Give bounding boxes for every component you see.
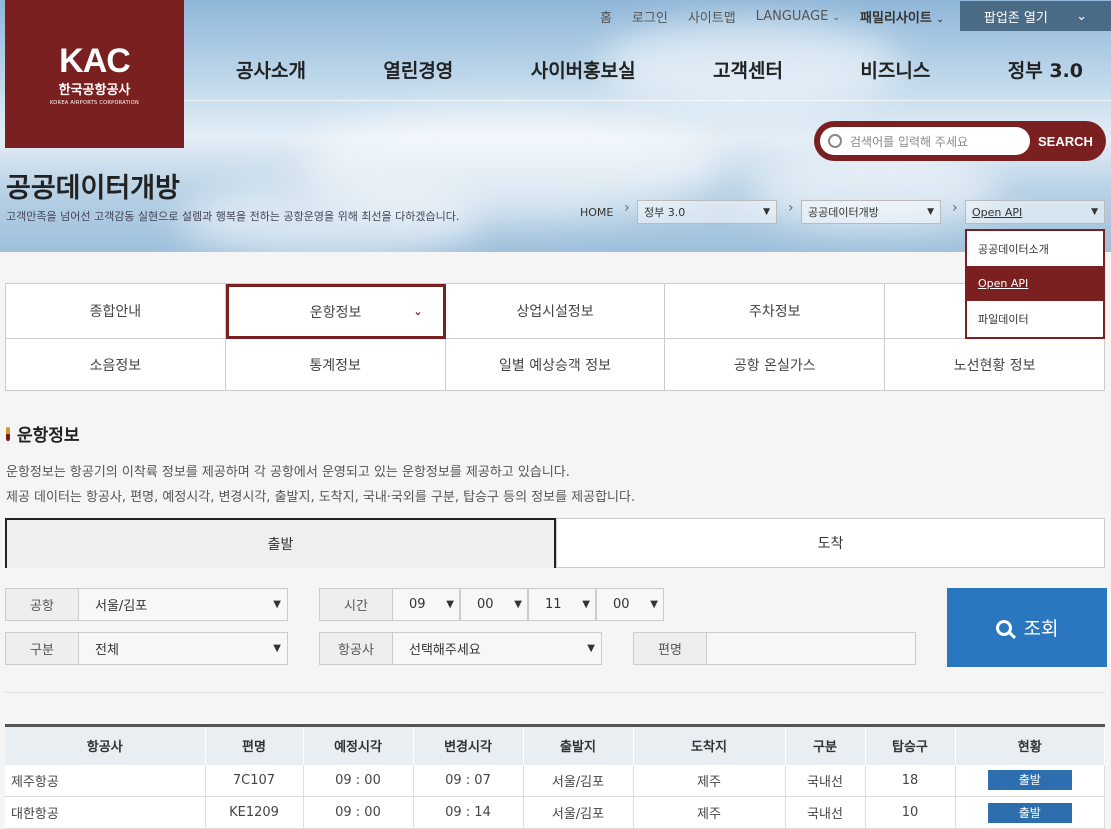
nav-item[interactable]: 비즈니스 <box>860 56 930 83</box>
kac-logo[interactable]: KAC 한국공항공사 KOREA AIRPORTS CORPORATION <box>5 0 184 148</box>
family-site-select[interactable]: 패밀리사이트 ⌄ <box>860 7 944 26</box>
column-header: 도착지 <box>633 724 786 765</box>
category-item-active[interactable]: 운항정보 ⌄ <box>225 284 446 339</box>
hour-from-select[interactable]: 09 ▼ <box>392 588 460 621</box>
caret-down-icon: ▼ <box>763 207 770 217</box>
caret-down-icon: ▼ <box>582 599 590 610</box>
caret-down-icon: ▼ <box>514 599 522 610</box>
popup-zone-button[interactable]: 팝업존 열기 ⌄ <box>959 1 1111 31</box>
column-header: 항공사 <box>5 724 206 765</box>
divider <box>5 692 1105 693</box>
flight-field: 편명 <box>633 632 916 665</box>
caret-down-icon: ▼ <box>446 599 454 610</box>
category-item[interactable]: 통계정보 <box>225 339 446 391</box>
nav-item[interactable]: 열린경영 <box>383 56 453 83</box>
chevron-down-icon: ⌄ <box>413 305 423 318</box>
airport-select[interactable]: 서울/김포 ▼ <box>79 589 287 620</box>
column-header: 현황 <box>955 724 1105 765</box>
chevron-down-icon: ⌄ <box>1076 8 1087 24</box>
utility-nav: 홈 로그인 사이트맵 LANGUAGE ⌄ 패밀리사이트 ⌄ 팝업존 열기 ⌄ <box>590 1 1111 31</box>
type-field: 구분 전체 ▼ <box>5 632 288 665</box>
chevron-right-icon: › <box>624 200 630 216</box>
time-label: 시간 <box>319 588 393 621</box>
breadcrumb-home[interactable]: HOME <box>580 200 613 224</box>
section-title: 운항정보 <box>6 421 80 446</box>
login-link[interactable]: 로그인 <box>632 7 668 26</box>
nav-item[interactable]: 고객센터 <box>713 56 783 83</box>
caret-down-icon: ▼ <box>1091 207 1098 217</box>
column-header: 출발지 <box>523 724 634 765</box>
caret-down-icon: ▼ <box>650 599 658 610</box>
main-nav: 공사소개 열린경영 사이버홍보실 고객센터 비즈니스 정부 3.0 <box>196 56 1111 83</box>
category-menu: 종합안내 운항정보⌄ 상업시설정보 주차정보 주기장 소음정보 통계정보 일별 … <box>5 283 1105 391</box>
column-header: 구분 <box>785 724 866 765</box>
breadcrumb-dropdown: 공공데이터소개 Open API 파일데이터 <box>965 229 1105 339</box>
chevron-right-icon: › <box>952 200 958 216</box>
chevron-down-icon: ⌄ <box>832 12 841 23</box>
chevron-down-icon: ⌄ <box>936 14 944 25</box>
category-item[interactable]: 종합안내 <box>6 284 226 339</box>
breadcrumb-select-3[interactable]: Open API ▼ <box>965 200 1105 224</box>
caret-down-icon: ▼ <box>273 599 281 610</box>
page-title: 공공데이터개방 <box>6 173 180 204</box>
category-item[interactable]: 주차정보 <box>665 284 886 339</box>
table-row: 제주항공 7C107 09 : 00 09 : 07 서울/김포 제주 국내선 … <box>5 764 1105 797</box>
flight-table: 항공사 편명 예정시각 변경시각 출발지 도착지 구분 탑승구 현황 제주항공 … <box>5 724 1105 829</box>
category-item[interactable]: 일별 예상승객 정보 <box>445 339 666 391</box>
dropdown-item[interactable]: 파일데이터 <box>967 301 1103 336</box>
column-header: 탑승구 <box>865 724 956 765</box>
dropdown-item-active[interactable]: Open API <box>967 266 1103 301</box>
breadcrumb-select-1[interactable]: 정부 3.0 ▼ <box>637 200 777 224</box>
airport-field: 공항 서울/김포 ▼ <box>5 588 288 621</box>
nav-item[interactable]: 공사소개 <box>236 56 306 83</box>
category-item[interactable]: 노선현황 정보 <box>885 339 1105 391</box>
category-item[interactable]: 소음정보 <box>6 339 226 391</box>
search-input[interactable]: 검색어를 입력해 주세요 <box>820 127 1030 155</box>
nav-item[interactable]: 정부 3.0 <box>1008 56 1083 83</box>
caret-down-icon: ▼ <box>587 643 595 654</box>
hour-to-select[interactable]: 11 ▼ <box>528 588 596 621</box>
header: KAC 한국공항공사 KOREA AIRPORTS CORPORATION 홈 … <box>0 0 1111 252</box>
chevron-right-icon: › <box>788 200 794 216</box>
search-button[interactable]: SEARCH <box>1038 134 1093 149</box>
direction-tabs: 출발 도착 <box>5 518 1105 568</box>
tab-departure[interactable]: 출발 <box>5 518 556 568</box>
submit-search-button[interactable]: 조회 <box>947 588 1107 667</box>
nav-item[interactable]: 사이버홍보실 <box>531 56 636 83</box>
nav-divider <box>184 100 1111 101</box>
type-select[interactable]: 전체 ▼ <box>79 633 287 664</box>
flight-input[interactable] <box>707 633 915 664</box>
caret-down-icon: ▼ <box>273 643 281 654</box>
airline-field: 항공사 선택해주세요 ▼ <box>319 632 602 665</box>
column-header: 편명 <box>205 724 304 765</box>
status-badge: 출발 <box>987 802 1072 823</box>
page-description: 고객만족을 넘어선 고객감동 실현으로 설렘과 행복을 전하는 공항운영을 위해… <box>6 210 460 223</box>
tab-arrival[interactable]: 도착 <box>556 518 1105 568</box>
dropdown-item[interactable]: 공공데이터소개 <box>967 231 1103 266</box>
home-link[interactable]: 홈 <box>600 7 612 26</box>
caret-down-icon: ▼ <box>927 207 934 217</box>
column-header: 예정시각 <box>303 724 414 765</box>
airline-select[interactable]: 선택해주세요 ▼ <box>393 633 601 664</box>
category-item[interactable]: 상업시설정보 <box>445 284 666 339</box>
search-box: 검색어를 입력해 주세요 SEARCH <box>814 121 1106 161</box>
minute-from-select[interactable]: 00 ▼ <box>460 588 528 621</box>
breadcrumb-select-2[interactable]: 공공데이터개방 ▼ <box>801 200 941 224</box>
search-icon <box>828 134 842 148</box>
language-select[interactable]: LANGUAGE ⌄ <box>756 9 840 24</box>
search-icon <box>995 619 1012 636</box>
title-bullet-icon <box>6 426 10 441</box>
table-row: 대한항공 KE1209 09 : 00 09 : 14 서울/김포 제주 국내선… <box>5 796 1105 829</box>
minute-to-select[interactable]: 00 ▼ <box>596 588 664 621</box>
column-header: 변경시각 <box>413 724 524 765</box>
status-badge: 출발 <box>987 770 1072 791</box>
section-description: 운항정보는 항공기의 이착륙 정보를 제공하며 각 공항에서 운영되고 있는 운… <box>6 465 636 505</box>
category-item[interactable]: 공항 온실가스 <box>665 339 886 391</box>
sitemap-link[interactable]: 사이트맵 <box>688 7 736 26</box>
